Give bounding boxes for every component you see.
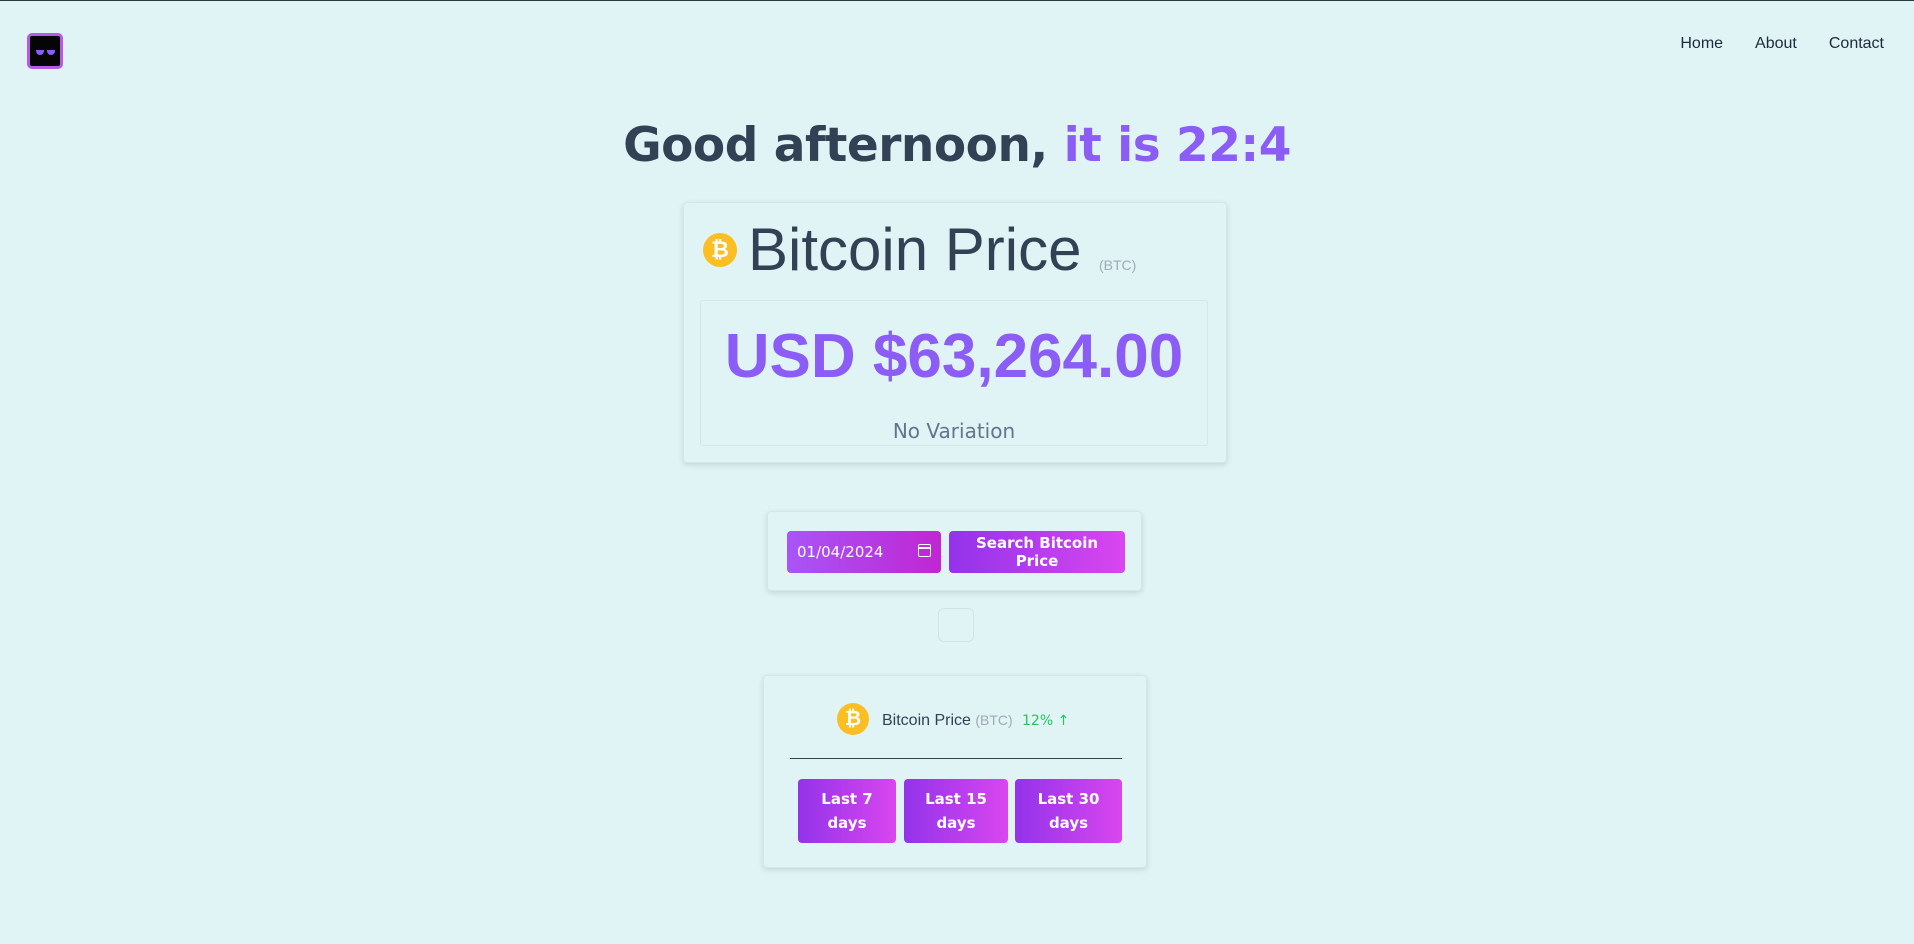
nav-about-link[interactable]: About (1755, 35, 1797, 53)
price-display: USD $63,264.00 No Variation (700, 300, 1208, 446)
bitcoin-icon: ₿ (837, 703, 869, 735)
price-variation: No Variation (892, 419, 1016, 443)
nav-contact-link[interactable]: Contact (1829, 35, 1884, 53)
last-15-days-button[interactable]: Last 15 days (904, 779, 1008, 843)
nav-home-link[interactable]: Home (1680, 35, 1723, 53)
history-title-label: Bitcoin Price (882, 712, 971, 729)
last-7-days-button[interactable]: Last 7 days (798, 779, 896, 843)
last-30-days-button[interactable]: Last 30 days (1015, 779, 1122, 843)
date-value: 01/04/2024 (797, 543, 884, 561)
price-value: USD $63,264.00 (724, 322, 1184, 391)
top-nav: Home About Contact (1680, 35, 1884, 53)
price-card: ₿ Bitcoin Price (BTC) USD $63,264.00 No … (683, 202, 1227, 463)
date-input[interactable]: 01/04/2024 (787, 531, 941, 573)
greeting-time: it is 22:4 (1063, 118, 1292, 173)
history-ticker: (BTC) (975, 712, 1013, 728)
greeting-heading: Good afternoon, it is 22:4 (0, 118, 1914, 173)
calendar-icon[interactable] (918, 544, 931, 557)
search-bitcoin-price-button[interactable]: Search Bitcoin Price (949, 531, 1125, 573)
price-card-title: Bitcoin Price (748, 216, 1082, 283)
bitcoin-icon: ₿ (703, 233, 737, 267)
app-logo[interactable] (27, 33, 63, 69)
result-placeholder (938, 608, 974, 642)
history-card: ₿ Bitcoin Price (BTC) 12% ↑ Last 7 days … (763, 675, 1147, 868)
divider (790, 758, 1122, 759)
price-change-badge: 12% ↑ (1022, 713, 1070, 729)
greeting-text: Good afternoon, (623, 118, 1048, 173)
price-card-ticker: (BTC) (1099, 257, 1137, 273)
search-card: 01/04/2024 Search Bitcoin Price (767, 511, 1142, 591)
logo-eye-icon (36, 50, 44, 55)
logo-eye-icon (47, 50, 55, 55)
top-border (0, 0, 1914, 1)
history-title: Bitcoin Price (BTC) (882, 712, 1013, 730)
